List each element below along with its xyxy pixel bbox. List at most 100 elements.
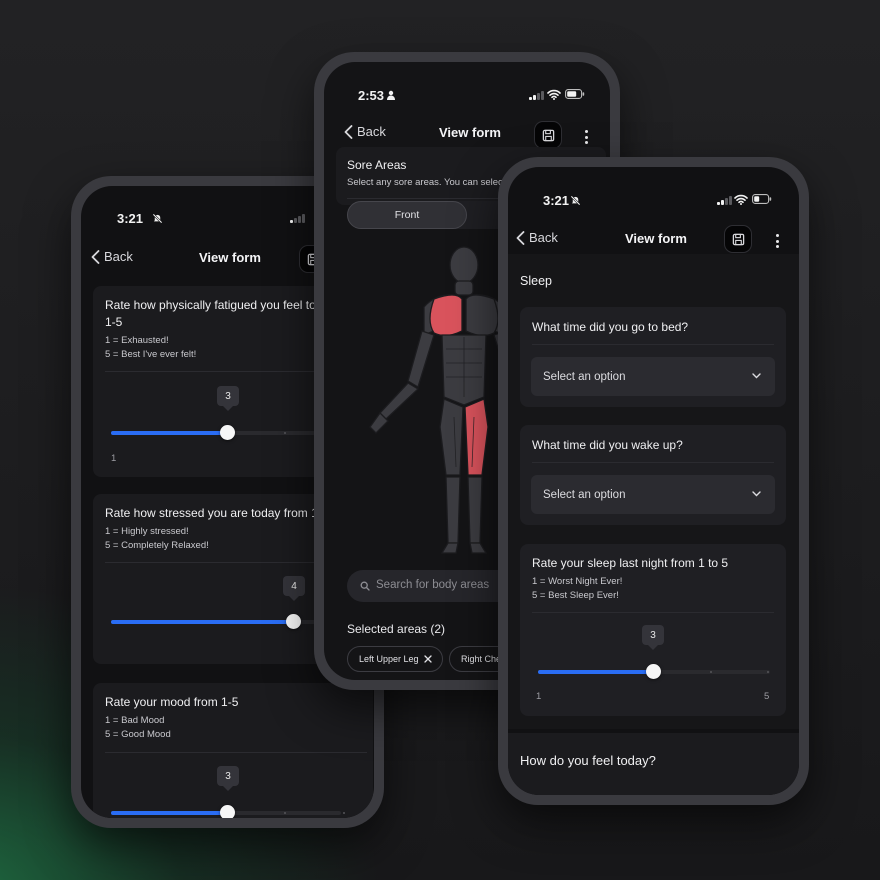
- divider: [532, 462, 774, 463]
- battery-icon: [752, 194, 772, 204]
- back-button[interactable]: Back: [344, 124, 386, 139]
- right-upper-leg: [439, 398, 464, 476]
- bedtime-select[interactable]: Select an option: [531, 357, 775, 396]
- person-icon: [387, 90, 395, 100]
- back-label: Back: [104, 249, 133, 264]
- status-time: 3:21: [543, 193, 570, 208]
- back-button[interactable]: Back: [516, 230, 558, 245]
- question-hint-max: 5 = Completely Relaxed!: [105, 540, 209, 551]
- chevron-left-icon: [516, 230, 525, 245]
- question-hint-max: 5 = Good Mood: [105, 729, 171, 740]
- chevron-left-icon: [91, 249, 100, 264]
- right-foot: [440, 542, 459, 554]
- wifi-icon: [547, 89, 561, 100]
- section-title: Sleep: [520, 274, 552, 288]
- slider-thumb[interactable]: [646, 664, 661, 679]
- right-chest: [429, 294, 463, 337]
- page-title: View form: [439, 125, 501, 140]
- bell-off-icon: [152, 213, 163, 224]
- save-button[interactable]: [534, 121, 562, 149]
- more-options-button[interactable]: [775, 234, 779, 248]
- waketime-select[interactable]: Select an option: [531, 475, 775, 514]
- back-label: Back: [529, 230, 558, 245]
- left-chest: [465, 294, 499, 337]
- question-card-waketime: What time did you wake up? Select an opt…: [520, 425, 786, 525]
- page-title: View form: [625, 231, 687, 246]
- page-title: View form: [199, 250, 261, 265]
- slider-thumb[interactable]: [220, 425, 235, 440]
- question-title: Rate your sleep last night from 1 to 5: [532, 556, 729, 570]
- question-hint-min: 1 = Bad Mood: [105, 715, 165, 726]
- chevron-down-icon: [752, 491, 761, 497]
- question-title: What time did you wake up?: [532, 438, 683, 452]
- right-forearm: [379, 382, 420, 420]
- question-title: Rate your mood from 1-5: [105, 695, 239, 709]
- question-card-mood: Rate your mood from 1-5 1 = Bad Mood 5 =…: [93, 683, 373, 818]
- divider: [532, 344, 774, 345]
- question-hint-min: 1 = Exhausted!: [105, 335, 169, 346]
- nav-bar: Back View form: [508, 224, 799, 254]
- divider: [532, 612, 774, 613]
- close-icon[interactable]: [424, 655, 432, 663]
- back-label: Back: [357, 124, 386, 139]
- wifi-icon: [734, 194, 748, 205]
- left-upper-leg: [464, 398, 489, 476]
- slider-value-tooltip: 3: [217, 766, 239, 791]
- selected-areas-heading: Selected areas (2): [347, 622, 446, 636]
- search-placeholder: Search for body areas: [376, 579, 490, 591]
- toggle-front-button[interactable]: Front: [347, 201, 467, 229]
- slider-max-label: 5: [764, 691, 770, 702]
- slider-value-tooltip: 3: [217, 386, 239, 411]
- status-bar: 2:53: [324, 88, 610, 108]
- slider-value-tooltip: 4: [283, 576, 305, 601]
- slider-min-label: 1: [111, 453, 117, 464]
- slider-tick: [284, 432, 286, 434]
- more-options-button[interactable]: [584, 130, 588, 144]
- slider-fill: [538, 670, 653, 674]
- question-card-sleep-rating: Rate your sleep last night from 1 to 5 1…: [520, 544, 786, 716]
- save-button[interactable]: [724, 225, 752, 253]
- question-hint-max: 5 = Best I've ever felt!: [105, 349, 197, 360]
- chevron-left-icon: [344, 124, 353, 139]
- left-foot: [469, 542, 488, 554]
- chevron-down-icon: [752, 373, 761, 379]
- question-title: What time did you go to bed?: [532, 320, 689, 334]
- bell-off-icon: [570, 195, 581, 206]
- status-time: 2:53: [358, 88, 385, 103]
- slider-thumb[interactable]: [220, 805, 235, 818]
- slider-value-tooltip: 3: [642, 625, 664, 650]
- question-card-bedtime: What time did you go to bed? Select an o…: [520, 307, 786, 407]
- left-lower-leg: [467, 476, 483, 544]
- battery-icon: [565, 89, 585, 99]
- status-time: 3:21: [117, 211, 144, 226]
- signal-icon: [290, 214, 305, 223]
- slider-fill: [111, 431, 228, 435]
- slider-thumb[interactable]: [286, 614, 301, 629]
- sleep-section: Sleep What time did you go to bed? Selec…: [508, 254, 799, 729]
- floppy-disk-icon: [732, 233, 744, 245]
- slider-tick: [767, 671, 769, 673]
- chip-label: Left Upper Leg: [359, 654, 419, 664]
- back-button[interactable]: Back: [91, 249, 133, 264]
- divider: [105, 752, 367, 753]
- signal-icon: [529, 91, 544, 100]
- select-value: Select an option: [543, 488, 626, 501]
- nav-bar: Back View form: [324, 117, 610, 149]
- signal-icon: [717, 196, 732, 205]
- head: [449, 246, 479, 284]
- question-hint-min: 1 = Highly stressed!: [105, 526, 189, 537]
- right-phone-screen: 3:21 Back View form Sleep What time did …: [508, 167, 799, 795]
- floppy-disk-icon: [542, 129, 554, 141]
- slider-tick: [710, 671, 712, 673]
- slider-tick: [343, 812, 345, 814]
- right-phone: 3:21 Back View form Sleep What time did …: [498, 157, 809, 805]
- chip-left-upper-leg[interactable]: Left Upper Leg: [347, 646, 443, 672]
- slider-min-label: 1: [536, 691, 542, 702]
- slider-fill: [111, 620, 294, 624]
- select-value: Select an option: [543, 370, 626, 383]
- question-hint-max: 5 = Best Sleep Ever!: [532, 590, 619, 601]
- search-icon: [360, 581, 370, 591]
- section-title: Sore Areas: [347, 158, 407, 172]
- slider-fill: [111, 811, 228, 815]
- neck: [454, 280, 474, 296]
